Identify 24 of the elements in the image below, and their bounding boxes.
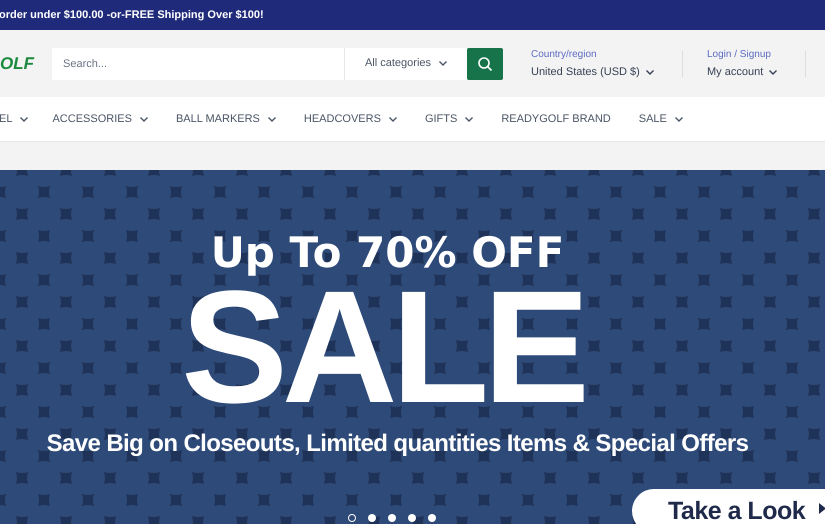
nav-item[interactable]: HEADCOVERS: [304, 110, 397, 128]
banner-title: SALE: [181, 282, 584, 412]
chevron-down-icon: [646, 70, 654, 74]
caret-right-icon: [819, 503, 825, 514]
nav-item[interactable]: BALL MARKERS: [176, 110, 276, 128]
nav-item[interactable]: GIFTS: [424, 110, 474, 128]
account-menu[interactable]: My account: [707, 64, 805, 80]
search-icon: [477, 56, 493, 72]
nav-item[interactable]: EL: [0, 110, 28, 128]
chevron-down-icon: [439, 61, 448, 66]
chevron-down-icon: [769, 70, 778, 74]
country-select[interactable]: United States (USD $): [531, 64, 681, 80]
logo[interactable]: OLF: [0, 50, 52, 76]
nav-item[interactable]: READYGOLF BRAND: [501, 110, 611, 128]
banner-subtitle: Save Big on Closeouts, Limited quantities Items & Special Offers: [46, 432, 748, 456]
country-label: Country/region: [531, 48, 598, 62]
nav-item[interactable]: ACCESSORIES: [52, 110, 148, 128]
category-select[interactable]: All categories: [344, 48, 467, 80]
take-a-look-button[interactable]: Take a Look: [632, 489, 825, 524]
search-field[interactable]: Search...: [52, 48, 344, 80]
search-button[interactable]: [467, 48, 503, 80]
banner-headline: Up To 70% OFF: [210, 232, 564, 274]
nav-item[interactable]: SALE: [638, 110, 683, 128]
login-link[interactable]: Login / Signup: [707, 46, 771, 62]
